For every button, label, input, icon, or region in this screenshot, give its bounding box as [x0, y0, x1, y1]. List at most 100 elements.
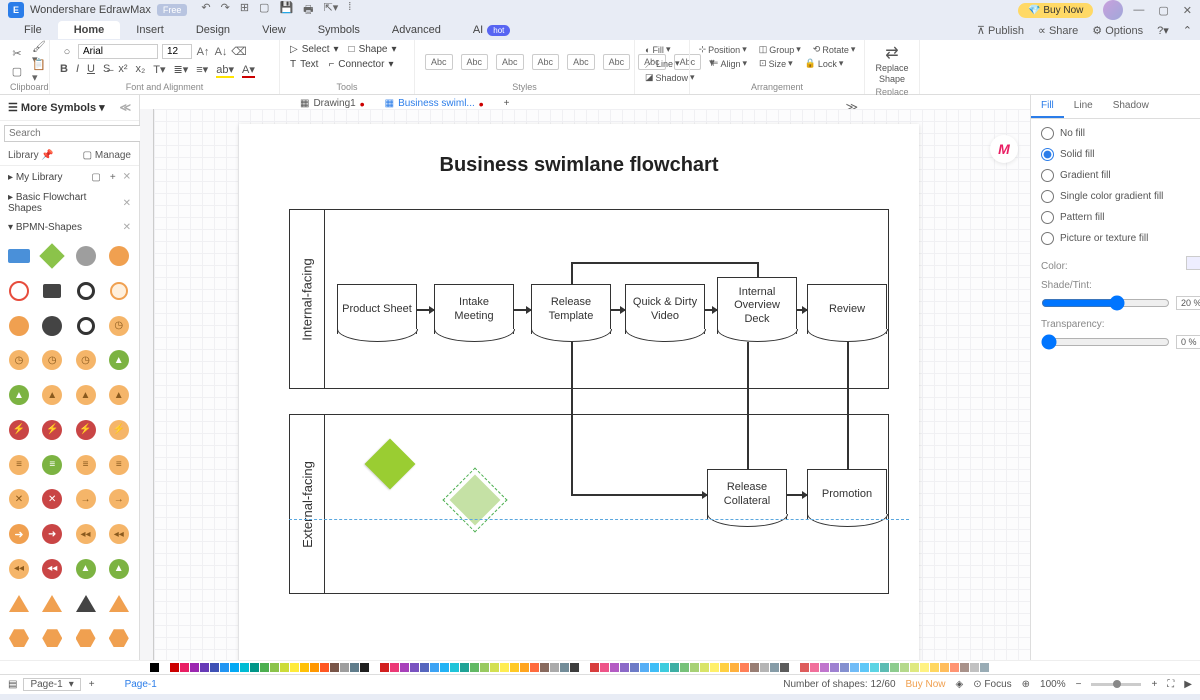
undo-icon[interactable]: ↶	[201, 1, 210, 20]
paste-icon[interactable]: 📋▾	[32, 64, 46, 78]
align-button[interactable]: ≡▾	[196, 63, 208, 78]
shape-clock[interactable]: ◷	[106, 313, 132, 339]
line-dropdown[interactable]: ／ Line▾	[645, 57, 680, 70]
focus-button[interactable]: ⊙ Focus	[973, 679, 1011, 690]
shape-circle-gray[interactable]	[73, 243, 99, 269]
user-avatar[interactable]	[1103, 0, 1123, 20]
connector[interactable]	[757, 262, 759, 277]
collapse-ribbon-icon[interactable]: ⌃	[1183, 24, 1192, 37]
zoom-out-button[interactable]: −	[1076, 679, 1082, 690]
bpmn-section[interactable]: ▾ BPMN-Shapes	[8, 222, 82, 233]
new-icon[interactable]: ⊞	[240, 1, 249, 20]
manage-button[interactable]: ▢ Manage	[83, 150, 131, 161]
symbol-search-input[interactable]	[4, 125, 146, 142]
shape-timer-1[interactable]: ◷	[6, 347, 32, 373]
shape-arrow-4[interactable]: ➜	[39, 521, 65, 547]
help-icon[interactable]: ?▾	[1157, 24, 1169, 37]
shape-diamond[interactable]	[39, 243, 65, 269]
fill-single-gradient-radio[interactable]	[1041, 190, 1054, 203]
shape-signal-o2[interactable]: ▲	[73, 382, 99, 408]
more-symbols-button[interactable]: ☰ More Symbols ▾	[8, 101, 105, 114]
shape-release-collateral[interactable]: Release Collateral	[707, 469, 787, 519]
shape-tri-g2[interactable]: ▲	[106, 556, 132, 582]
zoom-slider[interactable]	[1091, 683, 1141, 686]
menu-advanced[interactable]: Advanced	[376, 21, 457, 39]
add-lib-icon[interactable]: ▢	[89, 170, 103, 184]
redo-icon[interactable]: ↷	[221, 1, 230, 20]
shape-hex-1[interactable]	[6, 625, 32, 651]
page-selector[interactable]: Page-1 ▾	[23, 678, 80, 691]
rotate-button[interactable]: ⟲ Rotate▾	[813, 44, 856, 55]
font-picker-icon[interactable]: ○	[60, 45, 74, 59]
fill-solid-radio[interactable]	[1041, 148, 1054, 161]
transparency-slider[interactable]	[1041, 334, 1170, 350]
select-tool[interactable]: ▷ Select▾	[290, 44, 339, 55]
shape-arrow-3[interactable]: ➜	[6, 521, 32, 547]
color-palette-bar[interactable]	[0, 660, 1200, 674]
page-indicator[interactable]: Page-1	[125, 679, 157, 690]
add-page-button[interactable]: +	[89, 679, 95, 690]
connector[interactable]	[847, 342, 849, 469]
shape-timer-2[interactable]: ◷	[39, 347, 65, 373]
shape-internal-overview[interactable]: Internal Overview Deck	[717, 277, 797, 334]
shade-slider[interactable]	[1041, 295, 1170, 311]
lock-button[interactable]: 🔒 Lock▾	[805, 58, 844, 69]
shape-badge-2[interactable]	[39, 313, 65, 339]
fullscreen-icon[interactable]: ⛶	[1167, 679, 1174, 690]
shape-signal-g2[interactable]: ▲	[6, 382, 32, 408]
connector[interactable]	[571, 494, 707, 496]
shape-rect[interactable]	[6, 243, 32, 269]
menu-file[interactable]: File	[8, 21, 58, 39]
shape-error-3[interactable]: ⚡	[73, 417, 99, 443]
shape-tri-d1[interactable]	[73, 591, 99, 617]
fill-gradient-radio[interactable]	[1041, 169, 1054, 182]
shape-list-1[interactable]: ≡	[6, 452, 32, 478]
connector[interactable]	[571, 262, 573, 284]
shape-rewind-2[interactable]: ◂◂	[106, 521, 132, 547]
share-button[interactable]: ∝ Share	[1038, 24, 1078, 37]
replace-shape-button[interactable]: ⇄ Replace Shape	[875, 44, 908, 85]
minimize-icon[interactable]: —	[1133, 4, 1144, 17]
zoom-level[interactable]: 100%	[1040, 679, 1066, 690]
menu-ai[interactable]: AIhot	[457, 21, 527, 39]
bold-button[interactable]: B	[60, 63, 68, 78]
print-icon[interactable]: 🖶	[303, 1, 313, 20]
shape-tri-o2[interactable]	[39, 591, 65, 617]
connector[interactable]	[787, 494, 807, 496]
style-preset-3[interactable]: Abc	[496, 54, 524, 70]
shape-intake-meeting[interactable]: Intake Meeting	[434, 284, 514, 334]
shape-badge-3[interactable]	[73, 313, 99, 339]
menu-symbols[interactable]: Symbols	[302, 21, 376, 39]
shape-list-3[interactable]: ≡	[73, 452, 99, 478]
menu-home[interactable]: Home	[58, 21, 121, 39]
shape-cancel-1[interactable]: ✕	[6, 486, 32, 512]
basic-flowchart-section[interactable]: ▸ Basic Flowchart Shapes	[8, 192, 123, 214]
lane1-label[interactable]: Internal-facing	[300, 258, 315, 340]
shape-timer-3[interactable]: ◷	[73, 347, 99, 373]
close-lib-icon[interactable]: ✕	[123, 172, 131, 183]
shape-release-template[interactable]: Release Template	[531, 284, 611, 334]
swimlane-external[interactable]: External-facing	[289, 414, 889, 594]
style-preset-1[interactable]: Abc	[425, 54, 453, 70]
shape-hex-4[interactable]	[106, 625, 132, 651]
shape-signal-g[interactable]: ▲	[106, 347, 132, 373]
decrease-font-icon[interactable]: A↓	[214, 45, 228, 59]
connector[interactable]	[571, 342, 573, 494]
connector[interactable]	[514, 309, 531, 311]
connector[interactable]	[417, 309, 434, 311]
increase-font-icon[interactable]: A↑	[196, 45, 210, 59]
shape-cancel-2[interactable]: ✕	[39, 486, 65, 512]
connector[interactable]	[571, 262, 757, 264]
menu-view[interactable]: View	[246, 21, 302, 39]
export-icon[interactable]: ⇱▾	[324, 1, 339, 20]
style-preset-2[interactable]: Abc	[461, 54, 489, 70]
size-button[interactable]: ⊡ Size▾	[759, 58, 793, 69]
chart-title[interactable]: Business swimlane flowchart	[239, 154, 919, 177]
text-tool[interactable]: T Text	[290, 59, 318, 70]
shape-review[interactable]: Review	[807, 284, 887, 334]
shape-circle-orange[interactable]	[106, 243, 132, 269]
highlight-button[interactable]: ab▾	[216, 63, 234, 78]
shape-quick-dirty[interactable]: Quick & Dirty Video	[625, 284, 705, 334]
style-preset-5[interactable]: Abc	[567, 54, 595, 70]
font-size-select[interactable]	[162, 44, 192, 59]
